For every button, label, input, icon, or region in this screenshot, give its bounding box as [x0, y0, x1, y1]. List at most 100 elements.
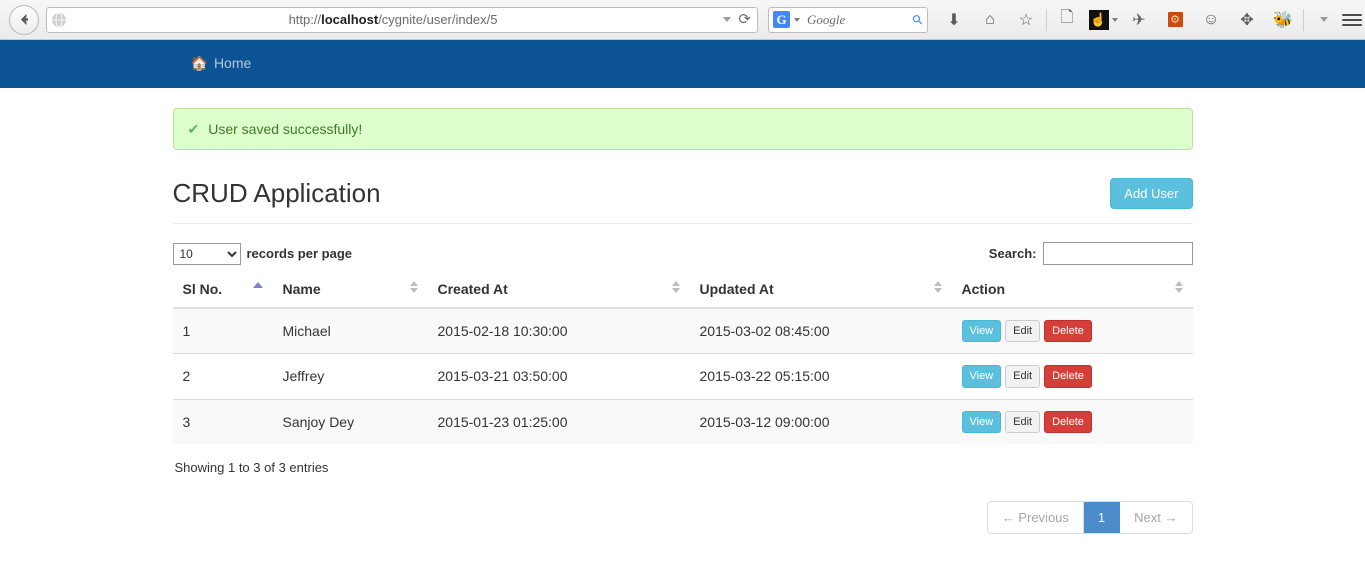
- overflow-chevron-icon[interactable]: [1306, 4, 1342, 36]
- cell-name: Jeffrey: [273, 354, 428, 399]
- sort-both-icon: [934, 281, 942, 293]
- column-label: Updated At: [700, 281, 774, 297]
- edit-button[interactable]: Edit: [1005, 365, 1040, 387]
- cell-updated-at: 2015-03-22 05:15:00: [690, 354, 952, 399]
- column-header-sl-no[interactable]: Sl No.: [173, 273, 273, 308]
- edit-button[interactable]: Edit: [1005, 411, 1040, 433]
- table-row: 2 Jeffrey 2015-03-21 03:50:00 2015-03-22…: [173, 354, 1193, 399]
- download-icon[interactable]: ⬇: [936, 4, 972, 36]
- pagination-row: ← Previous 1 Next →: [173, 501, 1193, 534]
- pagination-previous[interactable]: ← Previous: [988, 502, 1084, 533]
- sort-ascending-icon: [253, 282, 263, 288]
- cell-created-at: 2015-02-18 10:30:00: [428, 308, 690, 354]
- view-button[interactable]: View: [962, 411, 1002, 433]
- cell-actions: ViewEditDelete: [952, 354, 1193, 399]
- chevron-down-icon[interactable]: [794, 18, 800, 22]
- nav-item-home-label: Home: [214, 55, 251, 71]
- users-table: Sl No. Name Created At Updated At Action: [173, 273, 1193, 444]
- table-row: 1 Michael 2015-02-18 10:30:00 2015-03-02…: [173, 308, 1193, 354]
- column-header-updated-at[interactable]: Updated At: [690, 273, 952, 308]
- nav-item-home[interactable]: 🏠 Home: [191, 55, 252, 71]
- hamburger-menu-icon[interactable]: [1342, 14, 1362, 26]
- column-header-created-at[interactable]: Created At: [428, 273, 690, 308]
- view-button[interactable]: View: [962, 365, 1002, 387]
- reader-icon[interactable]: 🗋: [1049, 4, 1085, 36]
- browser-toolbar: http://localhost/cygnite/user/index/5 ⟳ …: [0, 0, 1365, 40]
- column-label: Created At: [438, 281, 508, 297]
- globe-icon: [51, 12, 67, 28]
- cell-actions: ViewEditDelete: [952, 399, 1193, 444]
- records-per-page-label: records per page: [247, 246, 353, 261]
- pagination: ← Previous 1 Next →: [987, 501, 1193, 534]
- add-user-button[interactable]: Add User: [1110, 178, 1192, 209]
- bookmark-star-icon[interactable]: ☆: [1008, 4, 1044, 36]
- table-controls: 10 records per page Search:: [173, 242, 1193, 265]
- table-header-row: Sl No. Name Created At Updated At Action: [173, 273, 1193, 308]
- cell-sl-no: 3: [173, 399, 273, 444]
- users-table-body: 1 Michael 2015-02-18 10:30:00 2015-03-02…: [173, 308, 1193, 444]
- hand-cursor-icon[interactable]: ☝: [1085, 4, 1121, 36]
- search-engine-label: Google: [807, 12, 913, 28]
- smiley-icon[interactable]: ☺: [1193, 4, 1229, 36]
- cell-updated-at: 2015-03-02 08:45:00: [690, 308, 952, 354]
- chevron-down-icon[interactable]: [723, 17, 731, 22]
- cell-updated-at: 2015-03-12 09:00:00: [690, 399, 952, 444]
- paper-plane-icon[interactable]: ✈: [1121, 4, 1157, 36]
- google-badge-icon: G: [773, 11, 790, 28]
- success-alert: ✔ User saved successfully!: [173, 108, 1193, 150]
- pagination-page-1[interactable]: 1: [1084, 502, 1120, 533]
- cell-sl-no: 1: [173, 308, 273, 354]
- url-scheme: http://: [289, 12, 322, 27]
- toolbar-divider: [1046, 9, 1047, 31]
- main-container: ✔ User saved successfully! CRUD Applicat…: [173, 88, 1193, 534]
- delete-button[interactable]: Delete: [1044, 411, 1092, 433]
- success-alert-message: User saved successfully!: [208, 121, 362, 137]
- back-button[interactable]: [9, 5, 39, 35]
- table-search-control: Search:: [989, 242, 1193, 265]
- house-icon: 🏠: [191, 56, 208, 70]
- delete-button[interactable]: Delete: [1044, 365, 1092, 387]
- browser-toolbar-icons: ⬇ ⌂ ☆ 🗋 ☝ ✈ ⚙ ☺ ✥ 🐝: [936, 4, 1342, 36]
- page-length-select[interactable]: 10: [173, 243, 241, 265]
- users-table-head: Sl No. Name Created At Updated At Action: [173, 273, 1193, 308]
- column-label: Name: [283, 281, 321, 297]
- home-icon[interactable]: ⌂: [972, 4, 1008, 36]
- sort-both-icon: [1175, 281, 1183, 293]
- url-text: http://localhost/cygnite/user/index/5: [73, 12, 753, 27]
- column-header-name[interactable]: Name: [273, 273, 428, 308]
- column-label: Action: [962, 281, 1006, 297]
- reload-icon[interactable]: ⟳: [738, 12, 751, 27]
- edit-button[interactable]: Edit: [1005, 320, 1040, 342]
- search-label: Search:: [989, 246, 1037, 261]
- toolbar-divider: [1303, 9, 1304, 31]
- pagination-next[interactable]: Next →: [1120, 502, 1191, 533]
- page-title: CRUD Application: [173, 178, 381, 209]
- column-label: Sl No.: [183, 281, 223, 297]
- table-row: 3 Sanjoy Dey 2015-01-23 01:25:00 2015-03…: [173, 399, 1193, 444]
- cell-created-at: 2015-03-21 03:50:00: [428, 354, 690, 399]
- page-length-control: 10 records per page: [173, 243, 353, 265]
- page-header: CRUD Application Add User: [173, 178, 1193, 224]
- cell-name: Sanjoy Dey: [273, 399, 428, 444]
- cell-actions: ViewEditDelete: [952, 308, 1193, 354]
- firebug-icon[interactable]: 🐝: [1265, 4, 1301, 36]
- site-navbar: 🏠 Home: [0, 40, 1365, 88]
- back-arrow-icon: [16, 11, 33, 28]
- orange-gear-icon[interactable]: ⚙: [1157, 4, 1193, 36]
- sort-both-icon: [672, 281, 680, 293]
- sort-both-icon: [410, 281, 418, 293]
- url-host: localhost: [321, 12, 378, 27]
- eyedropper-icon[interactable]: ✥: [1229, 4, 1265, 36]
- check-mark-icon: ✔: [188, 122, 200, 136]
- cell-sl-no: 2: [173, 354, 273, 399]
- column-header-action[interactable]: Action: [952, 273, 1193, 308]
- browser-search-box[interactable]: G Google ⚲: [768, 7, 928, 33]
- url-path: /cygnite/user/index/5: [378, 12, 497, 27]
- table-info: Showing 1 to 3 of 3 entries: [173, 460, 1193, 475]
- search-input[interactable]: [1043, 242, 1193, 265]
- url-bar[interactable]: http://localhost/cygnite/user/index/5 ⟳: [46, 7, 758, 33]
- delete-button[interactable]: Delete: [1044, 320, 1092, 342]
- cell-created-at: 2015-01-23 01:25:00: [428, 399, 690, 444]
- view-button[interactable]: View: [962, 320, 1002, 342]
- cell-name: Michael: [273, 308, 428, 354]
